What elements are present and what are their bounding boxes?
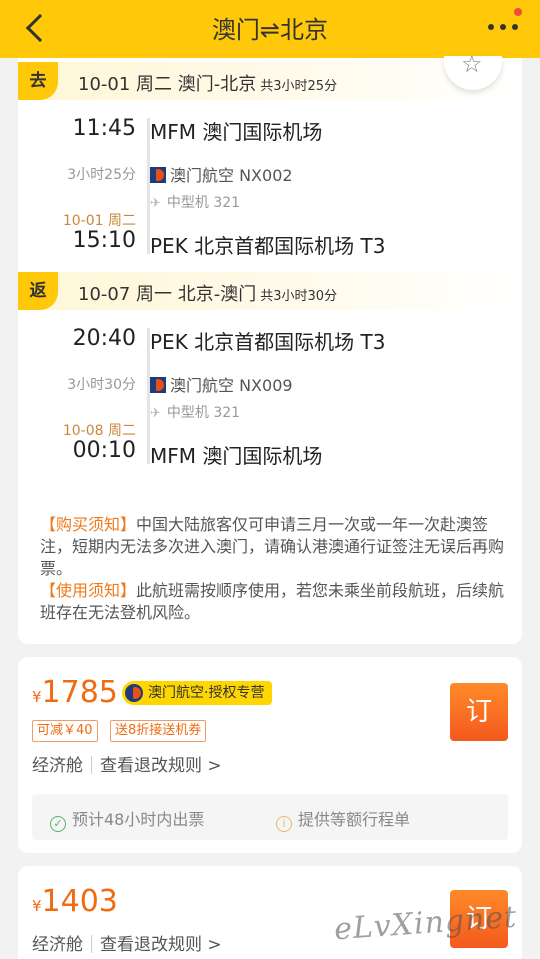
page-title: 澳门⇌北京	[211, 16, 329, 44]
return-date-route-text: 10-07 周一 北京-澳门	[78, 284, 257, 305]
return-tag: 返	[18, 272, 58, 310]
return-total-duration: 共3小时30分	[260, 289, 338, 304]
more-dot	[512, 24, 518, 30]
book-button[interactable]: 订	[450, 683, 508, 741]
return-dep-time: 20:40	[72, 326, 136, 351]
purchase-notice-label: 【购买须知】	[40, 515, 137, 534]
flight-detail-card: 去 10-01 周二 澳门-北京 共3小时25分 ☆ 11:45 MFM 澳门国际…	[18, 56, 522, 644]
more-menu-icon[interactable]	[486, 8, 522, 40]
return-duration: 3小时30分	[67, 377, 136, 393]
return-arr-time: 00:10	[72, 438, 136, 463]
outbound-tag: 去	[18, 62, 58, 100]
discount-tag: 可减￥40	[32, 720, 98, 742]
price-value: 1785	[41, 675, 118, 710]
outbound-arr-date: 10-01 周二	[62, 213, 136, 229]
outbound-date-route: 10-01 周二 澳门-北京 共3小时25分	[78, 70, 337, 96]
price-value: 1403	[41, 884, 118, 919]
cabin-row: 经济舱 查看退改规则 >	[32, 751, 222, 776]
return-dep-airport: PEK 北京首都国际机场 T3	[150, 330, 386, 354]
booking-notice: 【购买须知】中国大陆旅客仅可申请三月一次或一年一次赴澳签注，短期内无法多次进入澳…	[40, 514, 510, 624]
itinerary-receipt-info[interactable]: i 提供等额行程单	[276, 806, 410, 832]
fare-offer-card: ¥1785 澳门航空·授权专营 可减￥40 送8折接送机券 经济舱 查看退改规则 …	[18, 657, 522, 853]
outbound-arr-airport: PEK 北京首都国际机场 T3	[150, 234, 386, 258]
return-arr-airport: MFM 澳门国际机场	[150, 444, 323, 468]
more-dot	[500, 24, 506, 30]
more-dot	[488, 24, 494, 30]
outbound-timeline	[147, 118, 150, 254]
divider	[91, 756, 92, 774]
authorized-seller-text: 澳门航空·授权专营	[148, 685, 265, 701]
ticketing-time-info: ✓ 预计48小时内出票	[50, 806, 204, 832]
return-aircraft-text: 中型机 321	[166, 405, 241, 421]
divider	[91, 935, 92, 953]
star-icon: ☆	[461, 56, 483, 78]
outbound-airline: 澳门航空 NX002	[150, 162, 293, 186]
refund-rules-link[interactable]: 查看退改规则 >	[100, 756, 222, 776]
refund-rules-link[interactable]: 查看退改规则 >	[100, 935, 222, 955]
cabin-class: 经济舱	[32, 756, 83, 776]
fare-price: ¥1403	[32, 884, 118, 919]
return-segment-header: 返 10-07 周一 北京-澳门 共3小时30分	[18, 272, 522, 310]
cabin-class: 经济舱	[32, 935, 83, 955]
currency-symbol: ¥	[32, 897, 42, 915]
outbound-duration: 3小时25分	[67, 167, 136, 183]
plane-icon: ✈	[150, 196, 161, 211]
itinerary-receipt-text: 提供等额行程单	[298, 810, 411, 829]
plane-icon: ✈	[150, 406, 161, 421]
service-info-bar: ✓ 预计48小时内出票 i 提供等额行程单	[32, 794, 508, 840]
usage-notice-label: 【使用须知】	[40, 581, 137, 600]
return-arr-date: 10-08 周二	[62, 423, 136, 439]
authorized-seller-badge: 澳门航空·授权专营	[122, 681, 273, 705]
notification-badge	[514, 8, 522, 16]
top-nav-bar: 澳门⇌北京	[0, 0, 540, 58]
outbound-dep-airport: MFM 澳门国际机场	[150, 120, 323, 144]
info-icon: i	[276, 816, 292, 832]
fare-price: ¥1785	[32, 675, 118, 710]
transfer-coupon-tag: 送8折接送机券	[110, 720, 207, 742]
outbound-aircraft: ✈ 中型机 321	[150, 192, 240, 212]
currency-symbol: ¥	[32, 688, 42, 706]
outbound-aircraft-text: 中型机 321	[166, 195, 241, 211]
return-date-route: 10-07 周一 北京-澳门 共3小时30分	[78, 280, 337, 306]
return-airline-text: 澳门航空 NX009	[170, 376, 293, 395]
outbound-total-duration: 共3小时25分	[260, 79, 338, 94]
outbound-airline-text: 澳门航空 NX002	[170, 166, 293, 185]
outbound-arr-time: 15:10	[72, 228, 136, 253]
airline-logo-icon	[150, 167, 166, 183]
airline-logo-icon	[125, 684, 143, 702]
airline-logo-icon	[150, 377, 166, 393]
outbound-dep-time: 11:45	[72, 116, 136, 141]
cabin-row: 经济舱 查看退改规则 >	[32, 930, 222, 955]
return-timeline	[147, 328, 150, 464]
return-aircraft: ✈ 中型机 321	[150, 402, 240, 422]
return-airline: 澳门航空 NX009	[150, 372, 293, 396]
ticketing-time-text: 预计48小时内出票	[72, 810, 205, 829]
outbound-date-route-text: 10-01 周二 澳门-北京	[78, 74, 257, 95]
check-circle-icon: ✓	[50, 816, 66, 832]
